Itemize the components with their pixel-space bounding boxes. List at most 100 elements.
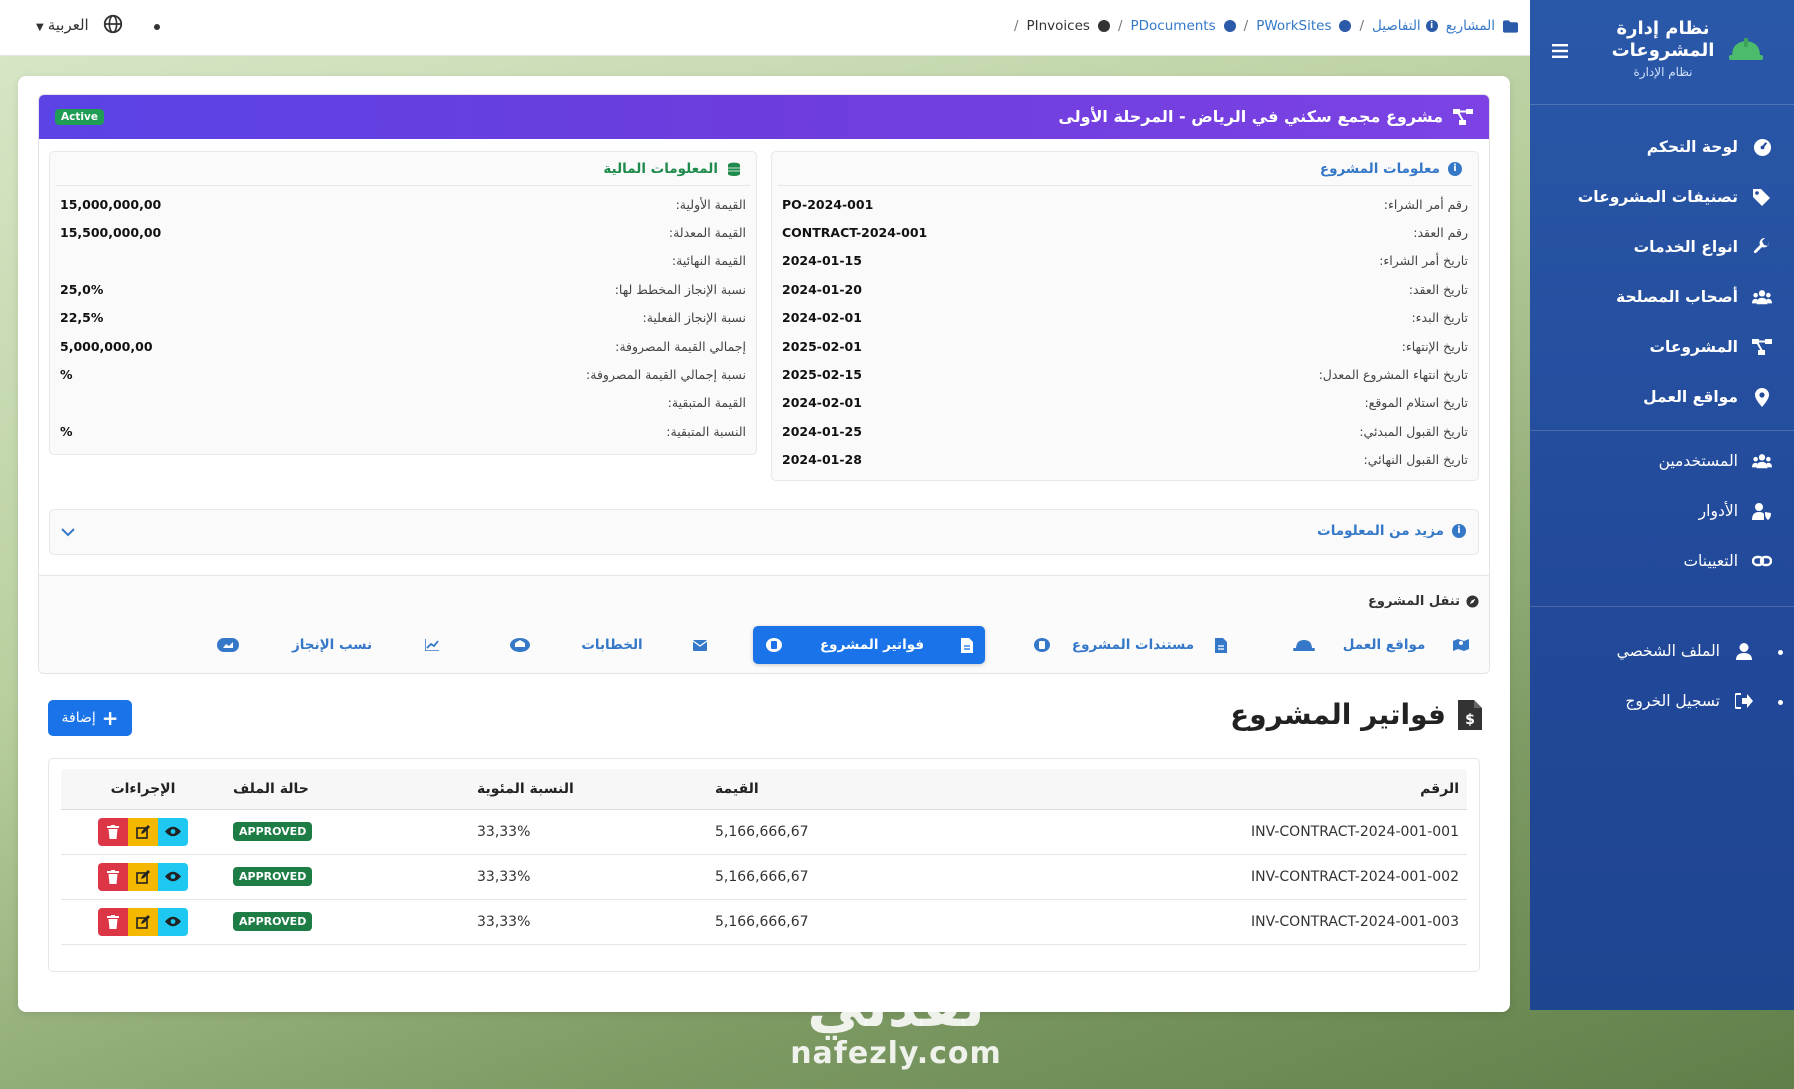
- sidebar-item-service-types[interactable]: انواع الخدمات: [1542, 232, 1772, 262]
- view-button[interactable]: [158, 862, 188, 891]
- info-value: 2024-02-01: [782, 395, 862, 411]
- project-info-panel: i معلومات المشروع رقم أمر الشراء: PO-2024…: [771, 151, 1479, 481]
- bullet-dot: [1778, 700, 1783, 705]
- tab-invoices[interactable]: فواتير المشروع: [753, 626, 985, 664]
- map-icon: [1453, 639, 1469, 651]
- add-invoice-button[interactable]: + إضافة: [48, 700, 132, 736]
- info-row-site-handover-date: تاريخ استلام الموقع: 2024-02-01: [772, 389, 1478, 417]
- info-row-contract-date: تاريخ العقد: 2024-01-20: [772, 275, 1478, 303]
- fin-row-total-spent: إجمالي القيمة المصروفة: 5,000,000,00: [50, 332, 756, 360]
- breadcrumb-label: PDocuments: [1130, 18, 1216, 34]
- project-info-list: رقم أمر الشراء: PO-2024-001 رقم العقد: CON…: [772, 186, 1478, 474]
- edit-button[interactable]: [128, 862, 158, 891]
- view-button[interactable]: [158, 907, 188, 936]
- brand[interactable]: نظام إدارة المشروعات نظام الإدارة: [1598, 18, 1728, 79]
- info-value: 2025-02-01: [782, 338, 862, 354]
- sidebar-item-label: الأدوار: [1698, 502, 1738, 520]
- project-title: مشروع مجمع سكني في الرياض - المرحلة الأو…: [1058, 107, 1473, 126]
- sidebar-item-label: انواع الخدمات: [1633, 238, 1738, 256]
- tab-label: فواتير المشروع: [819, 637, 925, 653]
- sidebar-item-users[interactable]: المستخدمين: [1542, 446, 1772, 476]
- delete-button[interactable]: [98, 907, 128, 936]
- watermark: نفذلي nafezly.com: [786, 976, 1006, 1071]
- table-row: INV-CONTRACT-2024-001-002 5,166,666,67 3…: [61, 854, 1467, 900]
- hard-hat-icon: [1729, 38, 1763, 60]
- fin-row-actual-progress: نسبة الإنجاز الفعلية: 22,5%: [50, 304, 756, 332]
- info-label: نسبة إجمالي القيمة المصروفة:: [586, 367, 746, 383]
- more-info-label: i مزيد من المعلومات: [1317, 523, 1466, 539]
- delete-button[interactable]: [98, 817, 128, 846]
- invoices-table-card: الرقم القيمة النسبة المئوية حالة الملف ا…: [48, 758, 1480, 972]
- status-badge: APPROVED: [233, 867, 313, 886]
- info-label: النسبة المتبقية:: [666, 423, 746, 439]
- sidebar-item-label: الملف الشخصي: [1616, 642, 1720, 660]
- breadcrumb-documents[interactable]: PDocuments: [1131, 18, 1216, 34]
- sidebar-item-logout[interactable]: تسجيل الخروج: [1524, 686, 1754, 716]
- svg-text:$: $: [1465, 712, 1475, 728]
- circle-icon: [1223, 20, 1236, 32]
- language-dropdown[interactable]: العربية▼: [36, 16, 89, 34]
- edit-icon: [136, 914, 150, 929]
- info-label: نسبة الإنجاز الفعلية:: [642, 310, 746, 326]
- sidebar-item-project-categories[interactable]: تصنيفات المشروعات: [1542, 182, 1772, 212]
- info-value: PO-2024-001: [782, 196, 874, 212]
- info-row-initial-acceptance-date: تاريخ القبول المبدئي: 2024-01-25: [772, 417, 1478, 445]
- edit-button[interactable]: [128, 907, 158, 936]
- sidebar-item-dashboard[interactable]: لوحة التحكم: [1542, 132, 1772, 162]
- sidebar-item-projects[interactable]: المشروعات: [1542, 332, 1772, 362]
- tab-progress[interactable]: نسب الإنجاز: [205, 626, 451, 664]
- view-button[interactable]: [158, 817, 188, 846]
- fin-row-planned-progress: نسبة الإنجاز المخطط لها: 25,0%: [50, 275, 756, 303]
- invoice-value: 5,166,666,67: [707, 854, 947, 900]
- sidebar-item-roles[interactable]: الأدوار: [1542, 496, 1772, 526]
- tab-documents[interactable]: مستندات المشروع: [1021, 626, 1239, 664]
- breadcrumb-projects[interactable]: المشاريع: [1446, 18, 1495, 34]
- tags-icon: [1752, 187, 1772, 207]
- fin-row-remaining-value: القيمة المتبقية:: [50, 389, 756, 417]
- sidebar-item-stakeholders[interactable]: أصحاب المصلحة: [1542, 282, 1772, 312]
- tab-letters[interactable]: الخطابات: [497, 626, 719, 664]
- breadcrumb-label: المشاريع: [1445, 18, 1495, 34]
- invoice-value: 5,166,666,67: [707, 899, 947, 945]
- sidebar-item-worksites[interactable]: مواقع العمل: [1542, 382, 1772, 412]
- info-label: تاريخ البدء:: [1411, 310, 1468, 326]
- sidebar: نظام إدارة المشروعات نظام الإدارة لوحة ا…: [1530, 0, 1794, 1010]
- trash-icon: [107, 869, 119, 884]
- info-label: القيمة النهائية:: [671, 253, 746, 269]
- fin-row-revised-value: القيمة المعدلة: 15,500,000,00: [50, 218, 756, 246]
- hamburger-menu-icon[interactable]: [1552, 44, 1568, 58]
- delete-button[interactable]: [98, 862, 128, 891]
- breadcrumb-details[interactable]: i التفاصيل: [1372, 18, 1438, 34]
- file-invoice-icon: [961, 637, 973, 653]
- add-button-label: إضافة: [61, 710, 96, 726]
- financial-info-list: القيمة الأولية: 15,000,000,00 القيمة المع…: [50, 186, 756, 446]
- project-info-header: i معلومات المشروع: [778, 152, 1472, 186]
- edit-button[interactable]: [128, 817, 158, 846]
- tab-worksites[interactable]: مواقع العمل: [1281, 626, 1481, 664]
- breadcrumb-worksites[interactable]: PWorkSites: [1256, 18, 1331, 34]
- chevron-down-icon[interactable]: [60, 524, 76, 540]
- table-row: INV-CONTRACT-2024-001-001 5,166,666,67 3…: [61, 809, 1467, 855]
- globe-icon[interactable]: [102, 13, 124, 35]
- panel-title: المعلومات المالية: [603, 160, 718, 177]
- coins-icon: [728, 162, 740, 176]
- language-label: العربية: [47, 16, 89, 34]
- info-row-start-date: تاريخ البدء: 2024-02-01: [772, 304, 1478, 332]
- link-icon: [1752, 551, 1772, 571]
- info-value: 15,500,000,00: [60, 225, 162, 241]
- money-bill-icon: [1034, 638, 1050, 652]
- info-value: %: [60, 423, 73, 439]
- status-cell: APPROVED: [225, 899, 469, 945]
- status-cell: APPROVED: [225, 854, 469, 900]
- more-info-accordion[interactable]: i مزيد من المعلومات: [49, 509, 1479, 555]
- sign-out-icon: [1734, 691, 1754, 711]
- tab-label: الخطابات: [581, 637, 643, 653]
- status-badge: APPROVED: [233, 912, 313, 931]
- breadcrumb: المشاريع i التفاصيل / PWorkSites / PDocum…: [1014, 18, 1518, 34]
- sidebar-item-profile[interactable]: الملف الشخصي: [1524, 636, 1754, 666]
- sidebar-item-label: لوحة التحكم: [1646, 138, 1738, 156]
- sidebar-item-assignments[interactable]: التعيينات: [1542, 546, 1772, 576]
- breadcrumb-separator: /: [1117, 18, 1123, 34]
- info-circle-icon: i: [1452, 524, 1466, 538]
- tab-label: مواقع العمل: [1342, 637, 1426, 653]
